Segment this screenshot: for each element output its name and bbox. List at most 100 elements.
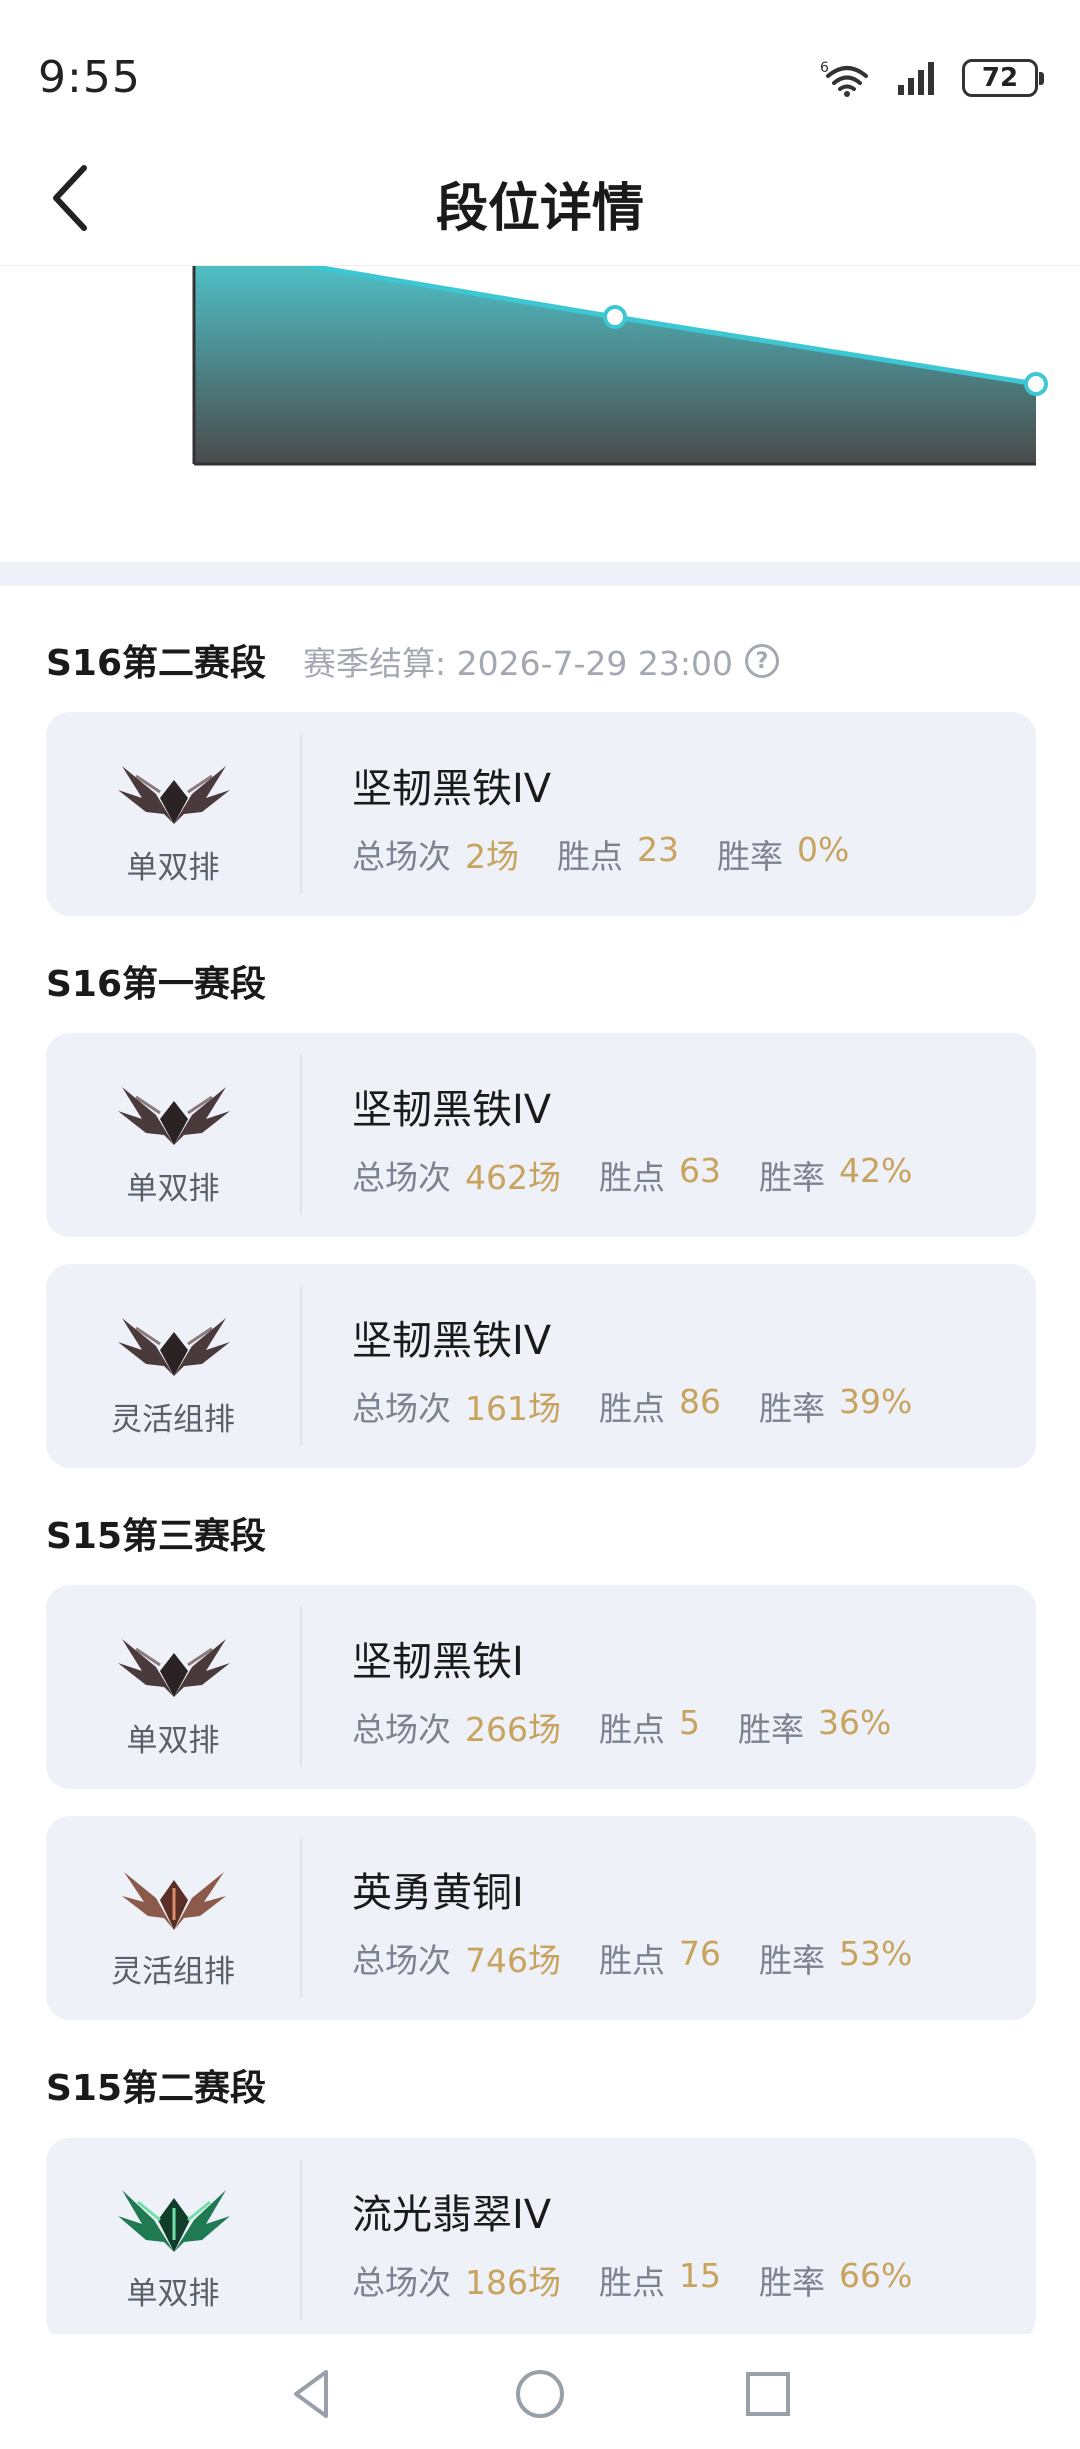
rank-emblem-block: 单双排 bbox=[46, 2138, 300, 2342]
header-bar: 段位详情 bbox=[0, 130, 1080, 266]
total-games-value: 462场 bbox=[465, 1158, 561, 1197]
status-bar: 9:55 6 72 bbox=[0, 0, 1080, 150]
winrate-value: 36% bbox=[818, 1703, 892, 1742]
winrate-label: 胜率 bbox=[759, 2263, 825, 2302]
rank-card[interactable]: 单双排 坚韧黑铁I 总场次 266场 胜点 5 胜率 36% bbox=[46, 1585, 1036, 1789]
winrate-value: 53% bbox=[839, 1934, 913, 1973]
trend-point bbox=[1024, 372, 1048, 396]
points-value: 23 bbox=[637, 830, 679, 869]
season-title: S15第二赛段 bbox=[46, 2068, 267, 2109]
rank-emblem-block: 单双排 bbox=[46, 1033, 300, 1237]
card-divider bbox=[300, 1055, 302, 1215]
total-games-label: 总场次 bbox=[352, 2263, 451, 2302]
wifi-icon: 6 bbox=[820, 60, 868, 97]
points-label: 胜点 bbox=[599, 1710, 665, 1749]
card-divider bbox=[300, 2160, 302, 2320]
total-games-value: 186场 bbox=[465, 2263, 561, 2302]
points-value: 86 bbox=[679, 1382, 721, 1421]
rank-card[interactable]: 单双排 坚韧黑铁IV 总场次 462场 胜点 63 胜率 42% bbox=[46, 1033, 1036, 1237]
rank-trend-svg bbox=[192, 263, 1048, 466]
total-games-label: 总场次 bbox=[352, 1158, 451, 1197]
rank-card[interactable]: 灵活组排 英勇黄铜I 总场次 746场 胜点 76 胜率 53% bbox=[46, 1816, 1036, 2020]
rank-stats: 总场次 186场 胜点 15 胜率 66% bbox=[352, 2256, 950, 2304]
rank-stats: 总场次 746场 胜点 76 胜率 53% bbox=[352, 1934, 950, 1982]
points-value: 15 bbox=[679, 2256, 721, 2295]
total-games-label: 总场次 bbox=[352, 1941, 451, 1980]
iron-emblem-icon bbox=[118, 766, 230, 824]
total-games-value: 2场 bbox=[465, 837, 519, 876]
card-divider bbox=[300, 1838, 302, 1998]
rank-name: 流光翡翠IV bbox=[352, 2192, 552, 2238]
winrate-label: 胜率 bbox=[759, 1158, 825, 1197]
rank-name: 坚韧黑铁IV bbox=[352, 1318, 552, 1364]
winrate-value: 42% bbox=[839, 1151, 913, 1190]
total-games-value: 266场 bbox=[465, 1710, 561, 1749]
season-title: S16第一赛段 bbox=[46, 964, 267, 1005]
points-label: 胜点 bbox=[599, 1389, 665, 1428]
queue-type: 灵活组排 bbox=[111, 1954, 235, 1990]
rank-card[interactable]: 灵活组排 坚韧黑铁IV 总场次 161场 胜点 86 胜率 39% bbox=[46, 1264, 1036, 1468]
system-nav-bar bbox=[0, 2334, 1080, 2449]
queue-type: 灵活组排 bbox=[111, 1402, 235, 1438]
total-games-value: 746场 bbox=[465, 1941, 561, 1980]
help-icon[interactable]: ? bbox=[744, 644, 779, 678]
rank-name: 坚韧黑铁IV bbox=[352, 1087, 552, 1133]
rank-emblem-block: 单双排 bbox=[46, 1585, 300, 1789]
queue-type: 单双排 bbox=[126, 850, 220, 886]
total-games-label: 总场次 bbox=[352, 1710, 451, 1749]
rank-trend-chart bbox=[0, 263, 1080, 562]
queue-type: 单双排 bbox=[126, 1171, 220, 1207]
points-value: 76 bbox=[679, 1934, 721, 1973]
rank-stats: 总场次 462场 胜点 63 胜率 42% bbox=[352, 1151, 950, 1199]
card-divider bbox=[300, 1607, 302, 1767]
winrate-label: 胜率 bbox=[738, 1710, 804, 1749]
total-games-label: 总场次 bbox=[352, 1389, 451, 1428]
winrate-label: 胜率 bbox=[759, 1941, 825, 1980]
svg-text:6: 6 bbox=[820, 60, 829, 76]
iron-emblem-icon bbox=[118, 1087, 230, 1145]
winrate-value: 66% bbox=[839, 2256, 913, 2295]
total-games-label: 总场次 bbox=[352, 837, 451, 876]
rank-stats: 总场次 2场 胜点 23 胜率 0% bbox=[352, 830, 887, 878]
queue-type: 单双排 bbox=[126, 2276, 220, 2312]
battery-level: 72 bbox=[981, 63, 1019, 93]
queue-type: 单双排 bbox=[126, 1723, 220, 1759]
signal-icon bbox=[898, 62, 934, 95]
winrate-value: 0% bbox=[797, 830, 850, 869]
rank-name: 坚韧黑铁I bbox=[352, 1639, 524, 1685]
points-label: 胜点 bbox=[599, 1158, 665, 1197]
season-settlement: 赛季结算: 2026-7-29 23:00 ? bbox=[303, 637, 779, 685]
rank-card[interactable]: 单双排 流光翡翠IV 总场次 186场 胜点 15 胜率 66% bbox=[46, 2138, 1036, 2342]
rank-emblem-block: 单双排 bbox=[46, 712, 300, 916]
rank-emblem-block: 灵活组排 bbox=[46, 1816, 300, 2020]
page-title: 段位详情 bbox=[435, 179, 644, 239]
settlement-text: 赛季结算: 2026-7-29 23:00 bbox=[303, 644, 733, 683]
status-icons: 6 72 bbox=[820, 58, 1044, 98]
rank-name: 坚韧黑铁IV bbox=[352, 766, 552, 812]
points-value: 63 bbox=[679, 1151, 721, 1190]
points-label: 胜点 bbox=[599, 1941, 665, 1980]
iron-emblem-icon bbox=[118, 1318, 230, 1376]
card-divider bbox=[300, 734, 302, 894]
battery-icon: 72 bbox=[962, 59, 1044, 97]
nav-back-icon[interactable] bbox=[282, 2364, 342, 2424]
nav-recents-icon[interactable] bbox=[738, 2364, 798, 2424]
nav-home-icon[interactable] bbox=[510, 2364, 570, 2424]
rank-card[interactable]: 单双排 坚韧黑铁IV 总场次 2场 胜点 23 胜率 0% bbox=[46, 712, 1036, 916]
card-divider bbox=[300, 1286, 302, 1446]
rank-stats: 总场次 266场 胜点 5 胜率 36% bbox=[352, 1703, 929, 1751]
season-title: S15第三赛段 bbox=[46, 1516, 267, 1557]
points-label: 胜点 bbox=[557, 837, 623, 876]
bronze-emblem-icon bbox=[122, 1872, 226, 1930]
winrate-label: 胜率 bbox=[717, 837, 783, 876]
trend-point bbox=[603, 305, 627, 329]
rank-emblem-block: 灵活组排 bbox=[46, 1264, 300, 1468]
emerald-emblem-icon bbox=[118, 2190, 230, 2252]
status-time: 9:55 bbox=[38, 52, 141, 103]
iron-emblem-icon bbox=[118, 1639, 230, 1697]
points-value: 5 bbox=[679, 1703, 700, 1742]
points-label: 胜点 bbox=[599, 2263, 665, 2302]
rank-name: 英勇黄铜I bbox=[352, 1870, 524, 1916]
section-divider bbox=[0, 562, 1080, 586]
winrate-value: 39% bbox=[839, 1382, 913, 1421]
